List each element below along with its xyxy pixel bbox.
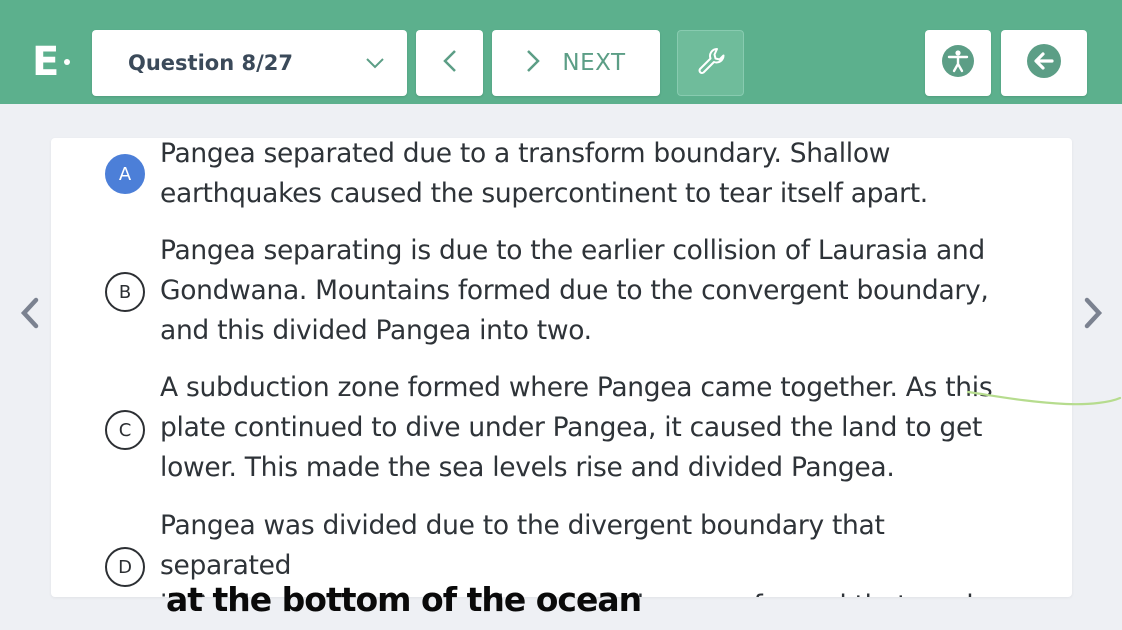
top-toolbar: E Question 8/27 NEXT — [0, 0, 1122, 104]
wrench-icon — [696, 46, 726, 80]
app-logo: E — [32, 39, 60, 85]
next-label: NEXT — [562, 50, 626, 76]
accessibility-button[interactable] — [925, 30, 991, 96]
previous-button[interactable] — [416, 30, 483, 96]
chevron-left-icon — [442, 49, 457, 77]
option-a-marker[interactable]: A — [105, 154, 145, 194]
option-line: and this divided Pangea into two. — [160, 315, 592, 346]
accessibility-icon — [941, 44, 975, 82]
handwritten-annotation: at the bottom of the ocean — [166, 580, 642, 619]
option-line: Pangea separated due to a transform boun… — [160, 138, 891, 169]
option-line: earthquakes caused the supercontinent to… — [160, 178, 928, 209]
chevron-down-icon — [365, 54, 385, 73]
question-select-value: Question 8/27 — [128, 51, 293, 75]
question-select[interactable]: Question 8/27 — [92, 30, 407, 96]
option-line: Pangea separating is due to the earlier … — [160, 235, 985, 266]
option-line: Gondwana. Mountains formed due to the co… — [160, 275, 989, 306]
option-c-text: A subduction zone formed where Pangea ca… — [160, 368, 1010, 488]
chevron-right-icon — [1083, 297, 1103, 333]
option-b[interactable]: B Pangea separating is due to the earlie… — [51, 231, 1072, 351]
next-button[interactable]: NEXT — [492, 30, 660, 96]
option-b-text: Pangea separating is due to the earlier … — [160, 231, 1010, 351]
option-a[interactable]: A Pangea separated due to a transform bo… — [51, 138, 1072, 214]
option-c[interactable]: C A subduction zone formed where Pangea … — [51, 368, 1072, 488]
option-line: A subduction zone formed where Pangea ca… — [160, 372, 993, 403]
option-line: lower. This made the sea levels rise and… — [160, 452, 895, 483]
chevron-left-icon — [20, 297, 40, 333]
chevron-right-icon — [526, 49, 541, 77]
option-line: plate continued to dive under Pangea, it… — [160, 412, 983, 443]
highlighter-stroke — [966, 390, 1122, 406]
question-card: A Pangea separated due to a transform bo… — [51, 138, 1072, 597]
exit-button[interactable] — [1001, 30, 1087, 96]
tools-button[interactable] — [677, 30, 744, 96]
option-a-text: Pangea separated due to a transform boun… — [160, 138, 1010, 214]
option-c-marker[interactable]: C — [105, 410, 145, 450]
option-b-marker[interactable]: B — [105, 272, 145, 312]
logo-dot — [64, 59, 70, 65]
exit-arrow-icon — [1026, 43, 1062, 83]
next-page-arrow[interactable] — [1081, 297, 1105, 333]
previous-page-arrow[interactable] — [18, 297, 42, 333]
option-line: Pangea was divided due to the divergent … — [160, 510, 885, 581]
option-d-marker[interactable]: D — [105, 547, 145, 587]
